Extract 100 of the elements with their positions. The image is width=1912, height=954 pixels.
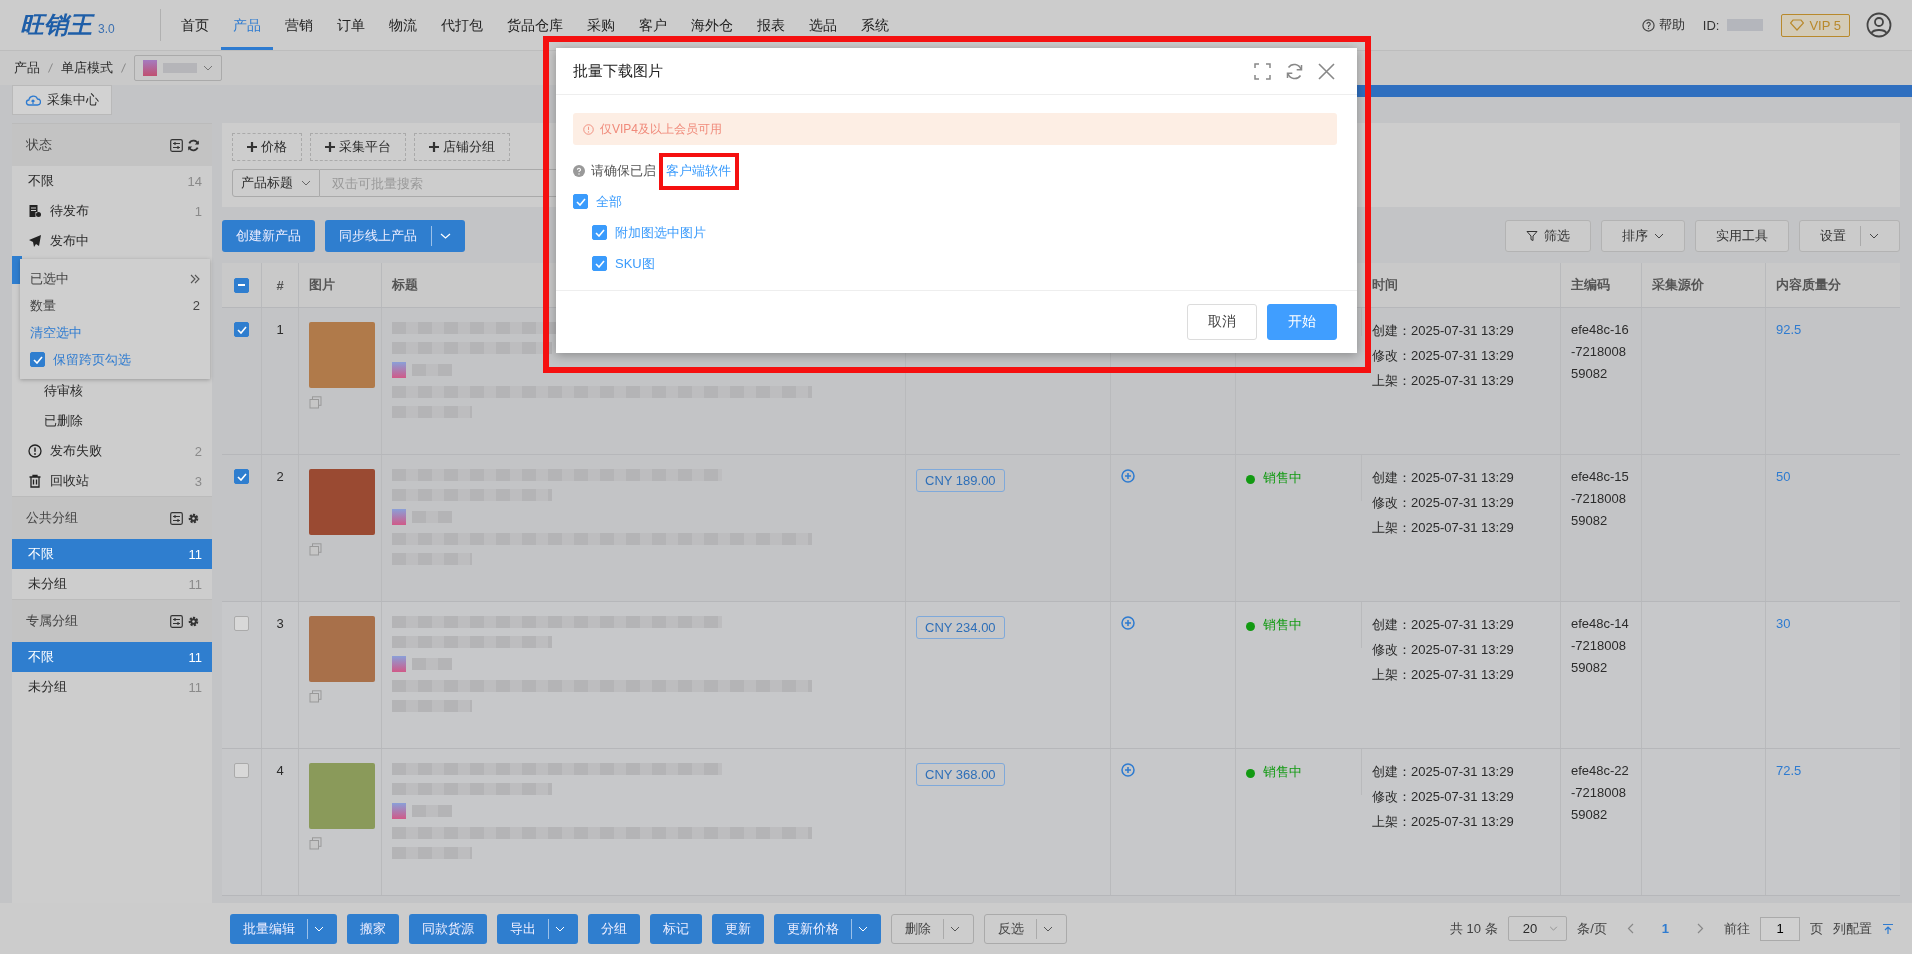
- breadcrumb-item[interactable]: 单店模式: [61, 59, 113, 77]
- column-header: 主编码: [1571, 276, 1610, 294]
- dialog-title: 批量下载图片: [573, 61, 664, 81]
- caret-icon[interactable]: [1869, 233, 1879, 239]
- time-text: 修改：2025-07-31 13:29: [1372, 641, 1514, 659]
- photo-placeholder: [309, 763, 375, 829]
- settings-icon[interactable]: [187, 614, 200, 628]
- help-link[interactable]: 帮助: [1641, 16, 1685, 34]
- nav-item[interactable]: 代打包: [429, 0, 495, 50]
- add-icon[interactable]: [1121, 469, 1135, 483]
- column-header: 内容质量分: [1776, 276, 1841, 294]
- status-label: 销售中: [1263, 616, 1302, 634]
- nav-item[interactable]: 报表: [745, 0, 797, 50]
- sliders-icon[interactable]: [170, 511, 183, 525]
- caret-icon[interactable]: [950, 925, 960, 932]
- previous-page-icon[interactable]: [1626, 923, 1634, 934]
- page-tab[interactable]: 采集中心: [12, 85, 112, 115]
- row-checkbox[interactable]: [234, 763, 249, 778]
- nav-item[interactable]: 首页: [169, 0, 221, 50]
- count-value: 2: [192, 298, 200, 313]
- action-button[interactable]: 同步线上产品: [325, 220, 465, 252]
- add-icon[interactable]: [1121, 616, 1135, 630]
- nav-item[interactable]: 选品: [797, 0, 849, 50]
- nav-item[interactable]: 订单: [325, 0, 377, 50]
- toolbar-button[interactable]: 设置: [1799, 220, 1900, 252]
- time-text: 修改：2025-07-31 13:29: [1372, 788, 1514, 806]
- batch-button[interactable]: 批量编辑: [230, 913, 337, 944]
- back-to-top-icon[interactable]: [1882, 922, 1894, 935]
- sidebar-item[interactable]: 不限 11: [12, 642, 212, 672]
- row-checkbox[interactable]: [234, 616, 249, 631]
- select-all-checkbox[interactable]: [234, 277, 249, 293]
- collapse-icon[interactable]: [190, 273, 200, 284]
- caret-icon[interactable]: [1043, 925, 1053, 932]
- row-number: 4: [276, 763, 284, 778]
- page-size-select[interactable]: 20: [1507, 916, 1568, 941]
- checkbox[interactable]: [30, 352, 45, 367]
- batch-button[interactable]: 搬家: [347, 913, 399, 944]
- toolbar-button[interactable]: 实用工具: [1695, 220, 1789, 252]
- nav-item[interactable]: 货品仓库: [495, 0, 575, 50]
- close-icon[interactable]: [1318, 62, 1335, 80]
- row-number: 3: [276, 616, 284, 631]
- column-settings-link[interactable]: 列配置: [1833, 919, 1872, 938]
- batch-button[interactable]: 导出: [497, 913, 578, 944]
- sidebar-item[interactable]: 待审核: [12, 376, 212, 406]
- fullscreen-icon[interactable]: [1254, 62, 1271, 80]
- refresh-icon[interactable]: [1285, 61, 1304, 81]
- nav-item[interactable]: 海外仓: [679, 0, 745, 50]
- code-text: 59082: [1571, 366, 1608, 381]
- sidebar-item[interactable]: 已删除: [12, 406, 212, 436]
- avatar-icon[interactable]: [1866, 12, 1892, 38]
- next-page-icon[interactable]: [1697, 923, 1704, 934]
- nav-item[interactable]: 客户: [627, 0, 679, 50]
- price-tag: CNY 234.00: [916, 616, 1005, 639]
- sidebar-item[interactable]: 回收站 3: [12, 466, 212, 496]
- row-checkbox[interactable]: [234, 322, 249, 337]
- sidebar-item[interactable]: 不限 11: [12, 539, 212, 569]
- info-icon: [583, 123, 594, 135]
- sidebar-item[interactable]: 未分组 11: [12, 672, 212, 702]
- code-text: efe48c-22: [1571, 763, 1629, 778]
- code-text: -7218008: [1571, 785, 1626, 800]
- filter-chip[interactable]: 价格: [232, 133, 302, 161]
- breadcrumb-item[interactable]: 产品: [14, 59, 40, 77]
- filter-chip[interactable]: 采集平台: [310, 133, 406, 161]
- sliders-icon[interactable]: [170, 614, 183, 628]
- sidebar-item[interactable]: 待发布 1: [12, 196, 212, 226]
- batch-button[interactable]: 反选: [984, 913, 1067, 944]
- settings-icon[interactable]: [187, 511, 200, 525]
- help-icon: [1641, 18, 1655, 32]
- row-checkbox[interactable]: [234, 469, 249, 484]
- shop-select[interactable]: [134, 55, 222, 81]
- toolbar-button[interactable]: 排序: [1601, 220, 1685, 252]
- batch-button[interactable]: 同款货源: [409, 913, 487, 944]
- nav-item[interactable]: 物流: [377, 0, 429, 50]
- batch-button[interactable]: 删除: [891, 913, 974, 944]
- filter-chip[interactable]: 店铺分组: [414, 133, 510, 161]
- version-label: 3.0: [98, 22, 115, 36]
- nav-item[interactable]: 系统: [849, 0, 901, 50]
- toolbar-button[interactable]: 筛选: [1505, 220, 1591, 252]
- nav-item[interactable]: 采购: [575, 0, 627, 50]
- refresh-icon[interactable]: [187, 138, 200, 152]
- checkbox[interactable]: [573, 194, 588, 209]
- add-icon[interactable]: [1121, 763, 1135, 777]
- nav-item[interactable]: 营销: [273, 0, 325, 50]
- page-suffix: 页: [1810, 919, 1823, 938]
- sidebar-item[interactable]: 发布中: [12, 226, 212, 256]
- sidebar-item[interactable]: 未分组 11: [12, 569, 212, 599]
- checkbox[interactable]: [592, 256, 607, 271]
- action-button[interactable]: 创建新产品: [222, 220, 315, 252]
- sidebar-item[interactable]: 不限 14: [12, 166, 212, 196]
- sidebar-item[interactable]: 发布失败 2: [12, 436, 212, 466]
- checkbox[interactable]: [592, 225, 607, 240]
- sliders-icon[interactable]: [170, 138, 183, 152]
- batch-button[interactable]: 分组: [588, 913, 640, 944]
- batch-button[interactable]: 更新: [712, 913, 764, 944]
- code-text: 59082: [1571, 660, 1608, 675]
- dialog-button[interactable]: 取消: [1187, 304, 1257, 340]
- batch-button[interactable]: 更新价格: [774, 913, 881, 944]
- page-input[interactable]: 1: [1760, 916, 1800, 941]
- search-field-select[interactable]: 产品标题: [232, 169, 320, 197]
- batch-button[interactable]: 标记: [650, 913, 702, 944]
